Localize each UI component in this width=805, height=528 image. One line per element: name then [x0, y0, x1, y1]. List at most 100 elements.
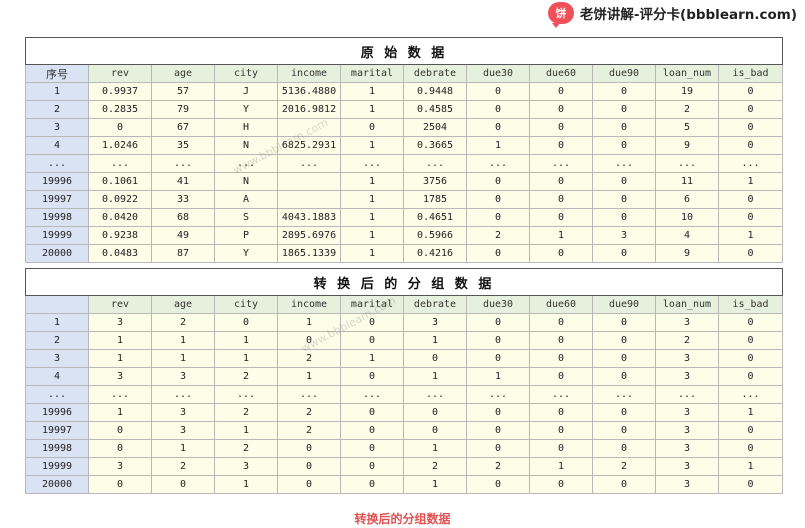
- table-cell: 0: [403, 349, 467, 368]
- table-cell: ...: [403, 154, 467, 173]
- table-cell: 1: [403, 439, 467, 458]
- table-cell: 67: [151, 118, 215, 137]
- table-cell: 0: [592, 367, 656, 386]
- column-header: age: [151, 64, 215, 83]
- table-cell: 79: [151, 100, 215, 119]
- column-header: age: [151, 295, 215, 314]
- table-cell: A: [214, 190, 278, 209]
- table-cell: 0: [592, 118, 656, 137]
- table-cell: 3756: [403, 172, 467, 191]
- column-header: is_bad: [718, 295, 783, 314]
- table-cell: 0: [403, 421, 467, 440]
- table-cell: 3: [151, 403, 215, 422]
- table-body: 1 0.9937 57 J 5136.4880 1 0.9448 0 0 0 19 0 2 0.2835 7…: [25, 82, 784, 263]
- table-cell: 0.5966: [403, 226, 467, 245]
- table-cell: 87: [151, 244, 215, 263]
- table-cell: 0: [466, 244, 530, 263]
- row-index-cell: 2: [25, 331, 89, 350]
- table-cell: 1: [340, 349, 404, 368]
- table-cell: ...: [717, 154, 784, 173]
- column-header: [25, 295, 89, 314]
- table-cell: 0: [88, 439, 152, 458]
- table-row: 19999 3 2 3 0 0 2 2 1 2 3 1: [25, 457, 783, 476]
- table-cell: 0: [592, 190, 656, 209]
- table-cell: 6: [655, 190, 719, 209]
- table-cell: 1: [340, 208, 404, 227]
- table-cell: ...: [151, 154, 215, 173]
- table-cell: ...: [529, 385, 593, 404]
- table-cell: 2: [151, 313, 215, 332]
- table-cell: 3: [655, 475, 719, 494]
- table-cell: 0.0483: [88, 244, 152, 263]
- table-cell: 0: [529, 244, 593, 263]
- table-cell: 0: [717, 136, 784, 155]
- row-index-cell: 19998: [25, 208, 89, 227]
- table-cell: ...: [214, 385, 278, 404]
- table-cell: 0: [592, 475, 656, 494]
- table-cell: 0.0922: [88, 190, 152, 209]
- table-cell: 1: [214, 349, 278, 368]
- column-header: 序号: [25, 64, 89, 83]
- table-cell: ...: [655, 385, 719, 404]
- column-header: due30: [466, 295, 530, 314]
- table-cell: 0: [529, 100, 593, 119]
- table-cell: 0: [717, 208, 784, 227]
- table-cell: 0: [592, 82, 656, 101]
- table-cell: 1: [340, 226, 404, 245]
- table-cell: 2016.9812: [277, 100, 341, 119]
- table-cell: 0.9448: [403, 82, 467, 101]
- table-cell: 2: [403, 457, 467, 476]
- table-cell: 0: [214, 313, 278, 332]
- table-cell: ...: [277, 154, 341, 173]
- row-index-cell: 19996: [25, 403, 89, 422]
- table-cell: 0: [592, 136, 656, 155]
- table-row: 19999 0.9238 49 P 2895.6976 1 0.5966 2 1 3 4 1: [25, 226, 784, 245]
- table-cell: 1: [88, 403, 152, 422]
- table-cell: ...: [277, 385, 341, 404]
- table-cell: 0: [529, 331, 593, 350]
- table-cell: 3: [88, 457, 152, 476]
- table-header-row: rev age city income marital debrate due30 due60…: [25, 295, 783, 314]
- original-data-table: 原 始 数 据 序号 rev age city income marital debrate…: [24, 37, 784, 263]
- table-cell: 3: [151, 421, 215, 440]
- table-cell: 0: [277, 475, 341, 494]
- table-cell: 1: [88, 331, 152, 350]
- table-cell: H: [214, 118, 278, 137]
- table-cell: ...: [718, 385, 783, 404]
- figure-caption: 转换后的分组数据: [354, 512, 451, 526]
- table-cell: 0: [340, 331, 404, 350]
- table-cell: 1: [717, 226, 784, 245]
- table-cell: 0: [466, 82, 530, 101]
- table-cell: 1: [529, 457, 593, 476]
- table-cell: 3: [655, 457, 719, 476]
- row-index-cell: 19997: [25, 190, 89, 209]
- table-cell: 2: [277, 349, 341, 368]
- table-cell: 1785: [403, 190, 467, 209]
- table-cell: 0: [592, 331, 656, 350]
- table-cell: 1: [340, 244, 404, 263]
- table-cell: 2: [214, 403, 278, 422]
- table-cell: 0.9238: [88, 226, 152, 245]
- column-header: loan_num: [655, 64, 719, 83]
- table-cell: 3: [655, 421, 719, 440]
- table-cell: ...: [529, 154, 593, 173]
- table-cell: 0.1061: [88, 172, 152, 191]
- table-cell: 2: [277, 421, 341, 440]
- table-cell: 0.2835: [88, 100, 152, 119]
- table-cell: ...: [214, 154, 278, 173]
- table-row: 4 1.0246 35 N 6825.2931 1 0.3665 1 0 0 9 0: [25, 136, 784, 155]
- table-cell: 2: [214, 439, 278, 458]
- table-cell: 1: [340, 82, 404, 101]
- table-cell: [277, 172, 341, 191]
- table-cell: 1: [529, 226, 593, 245]
- row-index-cell: ...: [25, 385, 89, 404]
- table-cell: 4043.1883: [277, 208, 341, 227]
- table-cell: 0: [717, 82, 784, 101]
- table-cell: J: [214, 82, 278, 101]
- table-cell: 0: [529, 367, 593, 386]
- table-cell: 0: [277, 331, 341, 350]
- table-row: 433210110030: [25, 367, 783, 386]
- table-row: 19996 0.1061 41 N 1 3756 0 0 0 11 1: [25, 172, 784, 191]
- table-cell: 0: [718, 367, 783, 386]
- row-index-cell: ...: [25, 154, 89, 173]
